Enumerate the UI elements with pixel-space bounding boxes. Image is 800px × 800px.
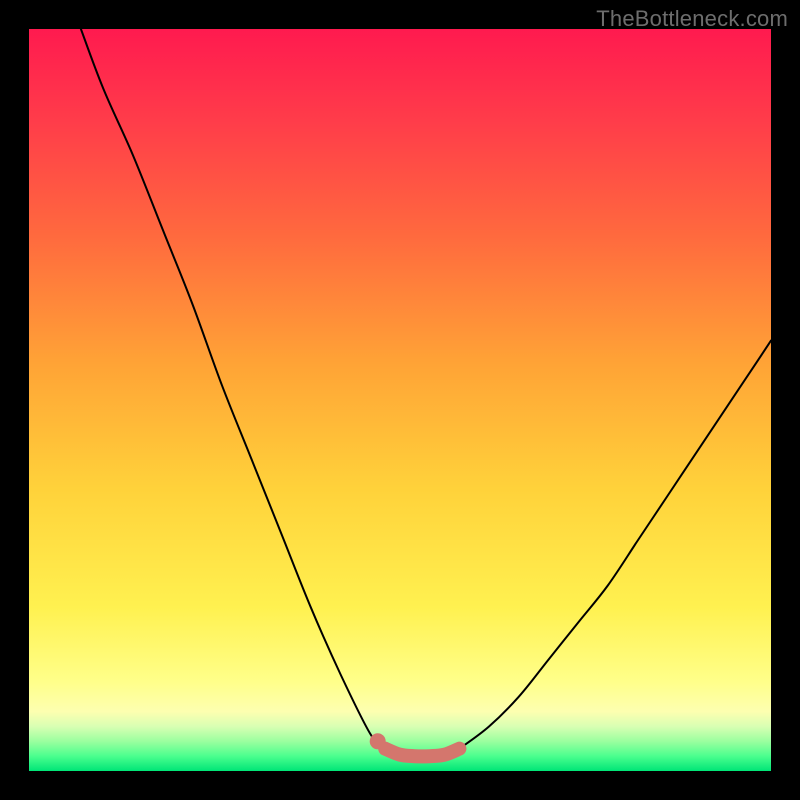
plot-area [29, 29, 771, 771]
bottom-flat-highlight [385, 749, 459, 757]
chart-frame: TheBottleneck.com [0, 0, 800, 800]
accent-dot [370, 733, 386, 749]
left-curve [81, 29, 385, 749]
right-curve [459, 341, 771, 749]
chart-svg [29, 29, 771, 771]
watermark-text: TheBottleneck.com [596, 6, 788, 32]
